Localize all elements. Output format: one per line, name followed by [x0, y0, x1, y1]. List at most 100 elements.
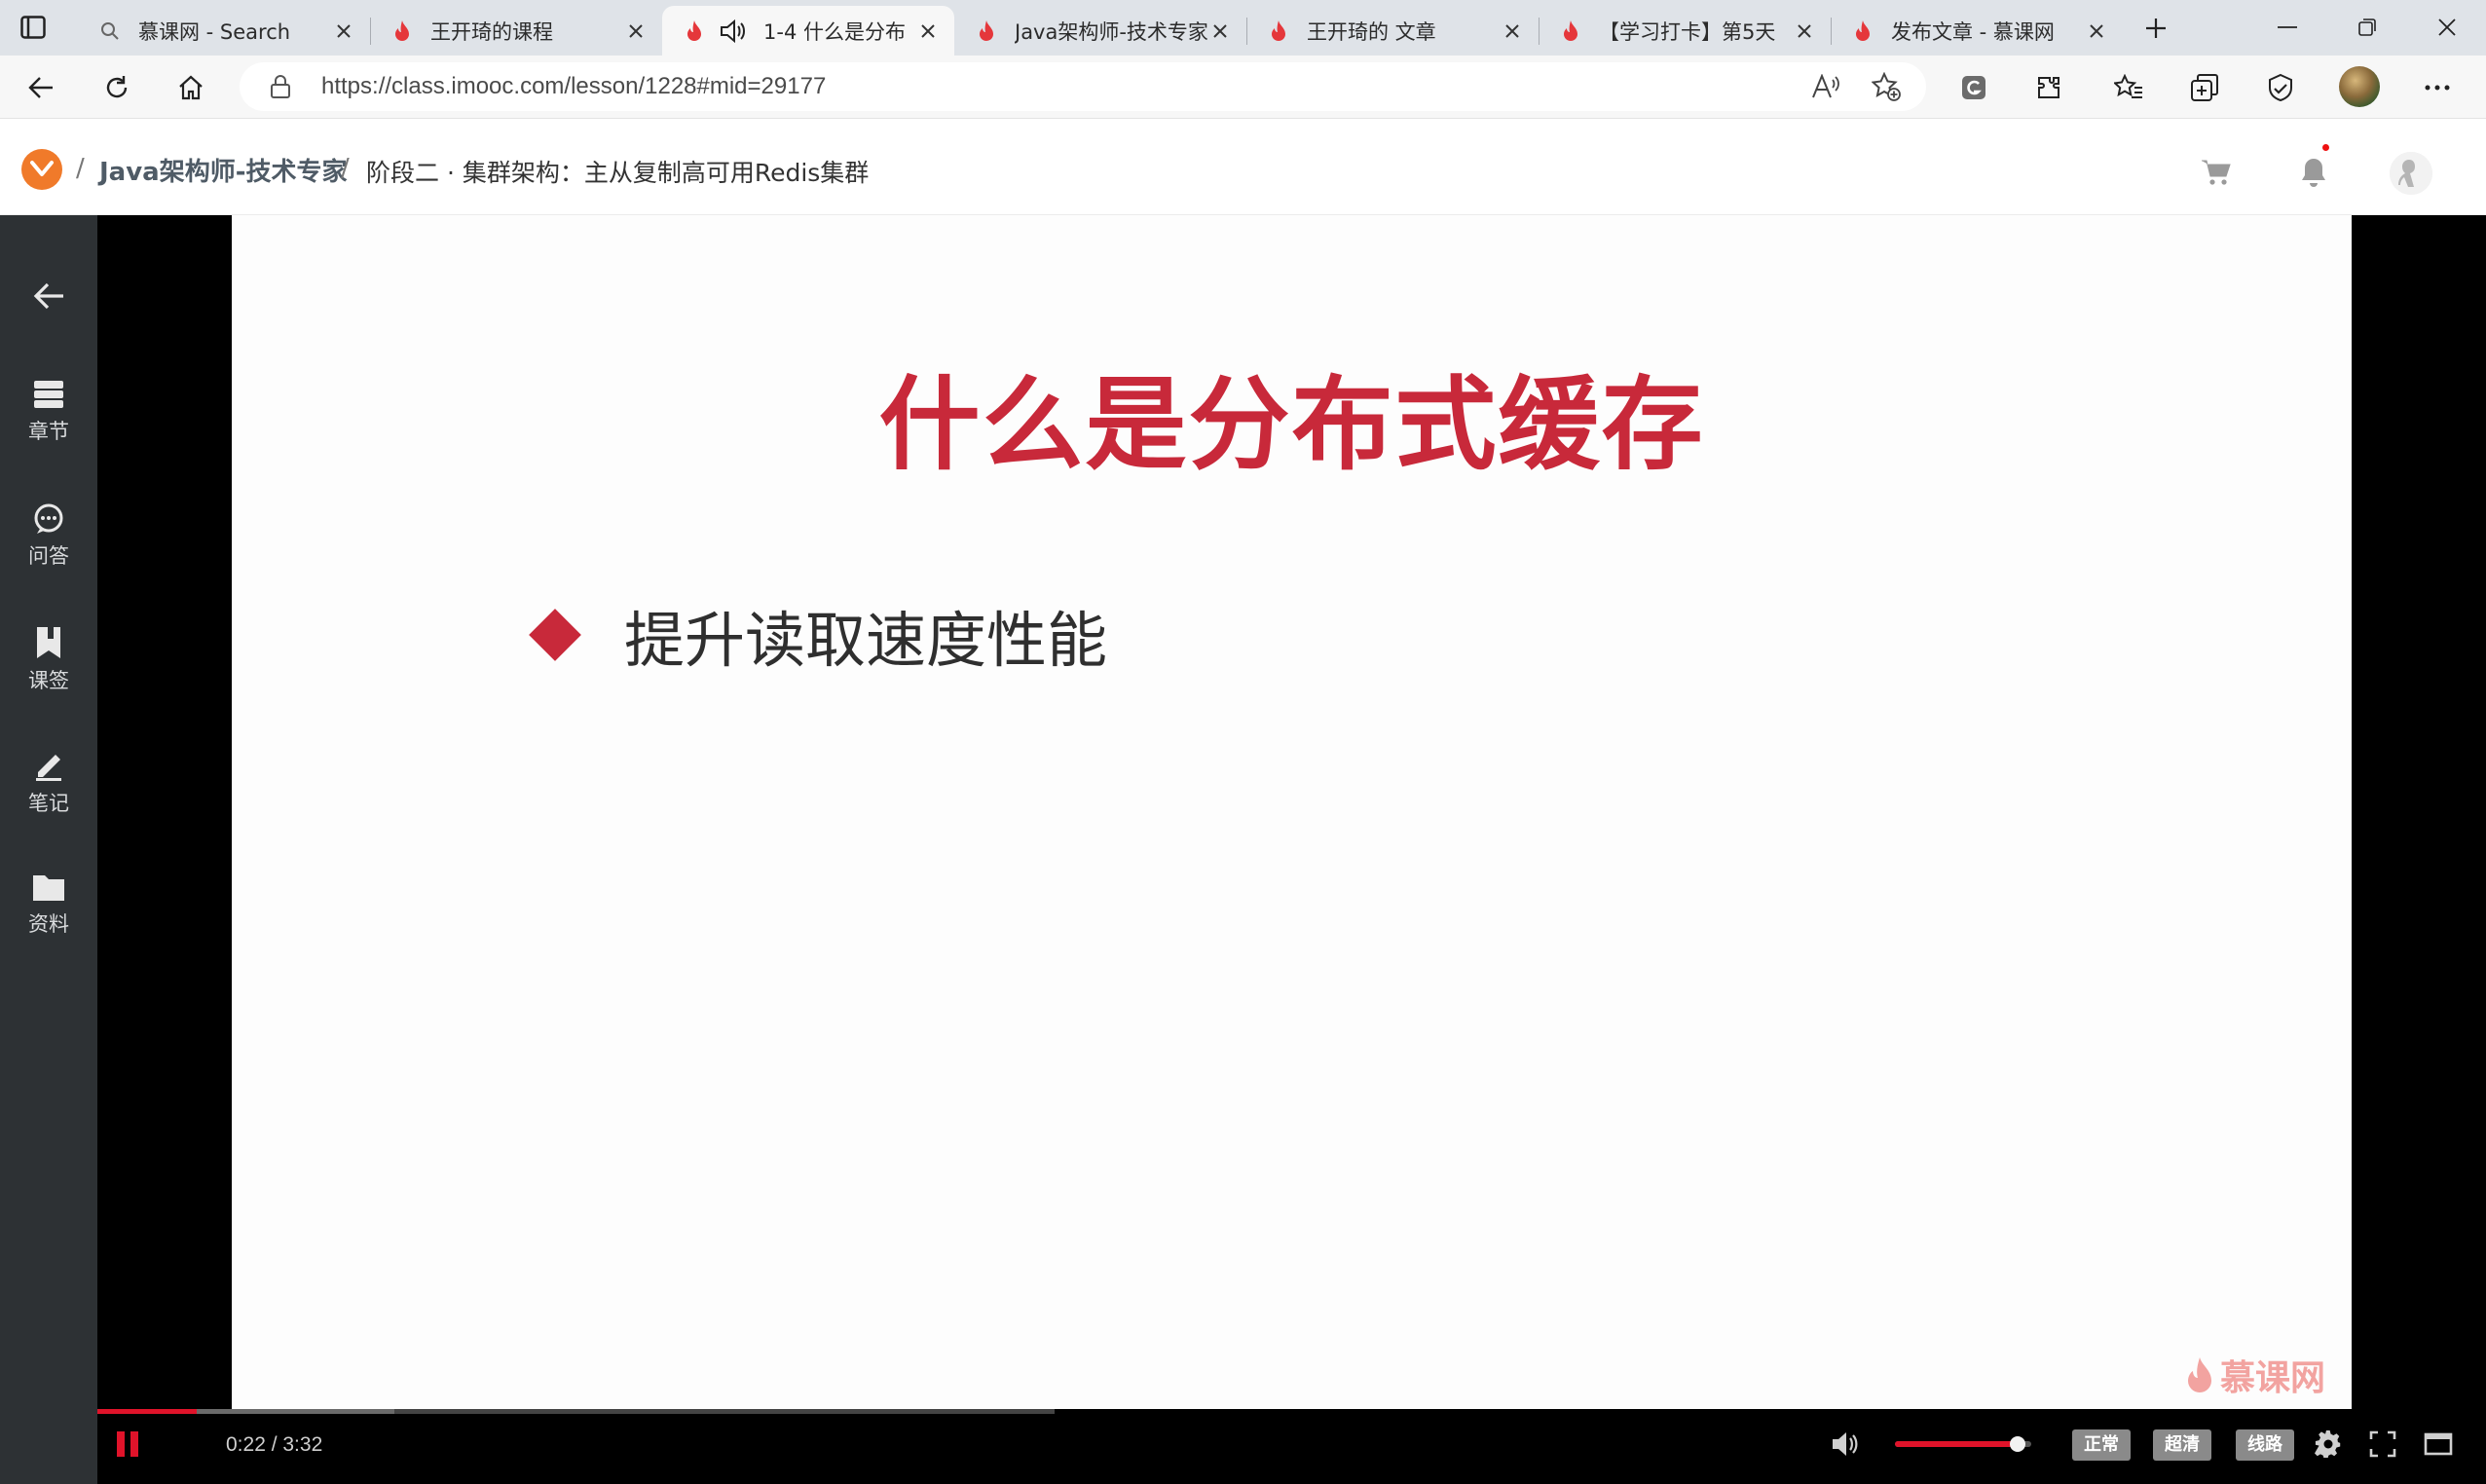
sidebar-item-chapters[interactable]: 章节 [0, 379, 97, 445]
breadcrumb-lesson: 阶段二 · 集群架构：主从复制高可用Redis集群 [366, 159, 870, 187]
slide-bullet: 提升读取速度性能 [529, 591, 1108, 679]
sidebar-item-label: 笔记 [28, 792, 69, 815]
folder-icon [33, 875, 64, 901]
refresh-icon[interactable] [97, 68, 136, 107]
browser-tab-strip: 慕课网 - Search 王开琦的课程 1-4 什么是分布 Java架构师-技术… [0, 0, 2486, 56]
settings-gear-icon[interactable] [2312, 1428, 2345, 1461]
tab-separator [1539, 18, 1540, 45]
url-text[interactable]: https://class.imooc.com/lesson/1228#mid=… [321, 62, 826, 111]
close-icon[interactable] [331, 19, 356, 44]
volume-knob[interactable] [2010, 1436, 2025, 1452]
tab-title: 【学习打卡】第5天 [1599, 19, 1776, 44]
collections-icon[interactable] [2185, 68, 2224, 107]
breadcrumb-course[interactable]: Java架构师-技术专家 [99, 152, 348, 188]
lesson-sidebar: 章节 问答 课签 笔记 资料 [0, 215, 97, 1484]
web-fullscreen-icon[interactable] [2422, 1428, 2455, 1461]
sidebar-item-label: 课签 [28, 669, 69, 692]
speaker-icon[interactable] [719, 19, 748, 44]
volume-slider[interactable] [1895, 1436, 2031, 1452]
site-header: / Java架构师-技术专家 / 阶段二 · 集群架构：主从复制高可用Redis… [0, 119, 2486, 215]
lock-icon[interactable] [269, 74, 292, 99]
speed-button[interactable]: 正常 [2072, 1429, 2131, 1461]
close-icon[interactable] [1500, 19, 1525, 44]
pause-icon[interactable] [117, 1431, 144, 1459]
sidebar-item-back[interactable] [0, 281, 97, 316]
restore-icon[interactable] [2348, 10, 2387, 45]
user-avatar[interactable] [2390, 152, 2432, 195]
line-button[interactable]: 线路 [2236, 1429, 2294, 1461]
browser-tab-active[interactable]: 1-4 什么是分布 [662, 6, 954, 56]
back-arrow-icon [33, 282, 63, 310]
browser-essentials-icon[interactable] [2261, 68, 2300, 107]
back-icon[interactable] [21, 68, 60, 107]
read-aloud-icon[interactable] [1809, 71, 1842, 102]
sidebar-item-bookmarks[interactable]: 课签 [0, 626, 97, 694]
browser-toolbar: https://class.imooc.com/lesson/1228#mid=… [0, 56, 2486, 119]
browser-tab[interactable]: Java架构师-技术专家 [954, 6, 1246, 56]
window-close-icon[interactable] [2428, 10, 2467, 45]
home-icon[interactable] [171, 68, 210, 107]
extensions-icon[interactable] [2029, 68, 2068, 107]
player-controls: 0:22 / 3:32 正常 超清 线路 [97, 1414, 2486, 1484]
imooc-flame-icon [1268, 19, 1289, 44]
minimize-icon[interactable] [2268, 10, 2307, 45]
tab-title: 王开琦的 文章 [1307, 19, 1436, 44]
close-icon[interactable] [1792, 19, 1817, 44]
imooc-flame-icon [684, 19, 705, 44]
add-favorite-icon[interactable] [1870, 71, 1903, 102]
tab-actions-icon[interactable] [16, 12, 51, 43]
sidebar-item-notes[interactable]: 笔记 [0, 749, 97, 817]
flame-watermark-icon [2188, 1357, 2211, 1392]
new-tab-button[interactable] [2138, 12, 2173, 45]
close-icon[interactable] [2084, 19, 2109, 44]
favorites-icon[interactable] [2109, 68, 2148, 107]
sidebar-item-qa[interactable]: 问答 [0, 503, 97, 570]
tab-title: 慕课网 - Search [138, 19, 291, 44]
diamond-bullet-icon [529, 609, 581, 661]
fullscreen-icon[interactable] [2366, 1428, 2399, 1461]
bookmark-icon [37, 627, 60, 658]
browser-tab[interactable]: 慕课网 - Search [78, 6, 370, 56]
imooc-watermark: 慕课网 [2185, 1350, 2325, 1400]
breadcrumb-separator: / [341, 154, 350, 183]
profile-avatar[interactable] [2339, 66, 2380, 107]
qa-icon [34, 503, 63, 534]
more-options-icon[interactable] [2418, 68, 2457, 107]
address-bar[interactable]: https://class.imooc.com/lesson/1228#mid=… [240, 62, 1926, 111]
close-icon[interactable] [1207, 19, 1233, 44]
tab-title: 发布文章 - 慕课网 [1891, 19, 2055, 44]
tab-title: Java架构师-技术专家 [1015, 19, 1207, 44]
note-pen-icon [36, 755, 61, 781]
imooc-flame-icon [1852, 19, 1874, 44]
browser-tab[interactable]: 发布文章 - 慕课网 [1831, 6, 2123, 56]
sidebar-item-resources[interactable]: 资料 [0, 872, 97, 938]
browser-tab[interactable]: 【学习打卡】第5天 [1539, 6, 1831, 56]
watermark-text: 慕课网 [2220, 1358, 2326, 1398]
cart-icon[interactable] [2199, 156, 2234, 189]
imooc-logo-icon[interactable] [21, 149, 62, 190]
grammarly-extension-icon[interactable] [1954, 68, 1993, 107]
imooc-flame-icon [976, 19, 997, 44]
video-player[interactable]: 什么是分布式缓存 提升读取速度性能 慕课网 0:22 / 3:32 正常 超清 … [97, 215, 2486, 1484]
volume-level [1895, 1441, 2018, 1447]
volume-icon[interactable] [1829, 1428, 1862, 1461]
tab-separator [1246, 18, 1247, 45]
slide-bullet-text: 提升读取速度性能 [624, 605, 1108, 676]
tab-title: 1-4 什么是分布 [763, 19, 906, 44]
tab-separator [1831, 18, 1832, 45]
slide-title: 什么是分布式缓存 [878, 365, 1705, 484]
tab-separator [370, 18, 371, 45]
notification-bell-icon[interactable] [2296, 156, 2331, 189]
playback-time: 0:22 / 3:32 [226, 1433, 323, 1456]
sidebar-item-label: 资料 [28, 912, 69, 936]
close-icon[interactable] [623, 19, 649, 44]
sidebar-item-label: 章节 [28, 420, 69, 443]
browser-tab[interactable]: 王开琦的课程 [370, 6, 662, 56]
quality-button[interactable]: 超清 [2153, 1429, 2211, 1461]
breadcrumb-separator: / [76, 154, 85, 183]
notification-badge [2322, 144, 2329, 151]
video-frame[interactable]: 什么是分布式缓存 提升读取速度性能 慕课网 [232, 215, 2352, 1409]
browser-tab[interactable]: 王开琦的 文章 [1246, 6, 1539, 56]
search-icon [99, 19, 121, 44]
close-icon[interactable] [915, 19, 941, 44]
